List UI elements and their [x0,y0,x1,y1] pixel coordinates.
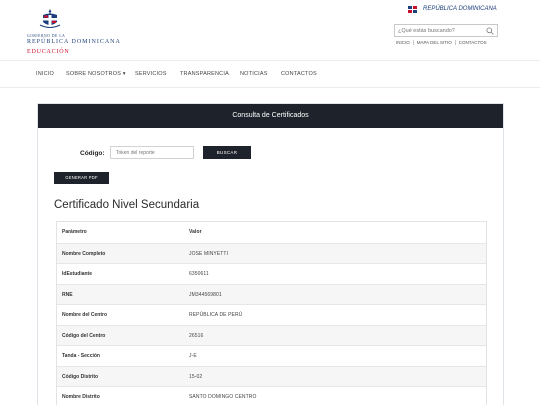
flag-icon [408,6,417,13]
logo-ministry-text: EDUCACIÓN [27,49,70,55]
table-cell-value: SANTO DOMINGO CENTRO [189,394,257,400]
table-cell-value: JOSE MINYETTI [189,250,229,257]
table-row: RNE JM344569801 [57,283,486,304]
table-row: IdEstudiante 6350611 [57,263,486,284]
table-cell-parameter: Código Distrito [62,373,99,380]
quick-link-inicio[interactable]: INICIO [396,40,413,45]
table-cell-value: 15-02 [189,373,203,380]
coat-of-arms-icon [39,9,61,28]
nav-item-inicio[interactable]: INICIO [36,71,54,77]
quick-link-contactos[interactable]: CONTACTOS [454,40,490,45]
logo-republic-text: REPÚBLICA DOMINICANA [27,39,121,45]
table-row: Nombre Completo JOSE MINYETTI [57,242,486,263]
table-cell-parameter: Nombre del Centro [62,312,108,318]
code-label: Código: [80,150,105,157]
nav-item-transparencia[interactable]: TRANSPARENCIA [180,71,229,77]
table-row: Código Distrito 15-02 [57,365,486,386]
certificate-card: Consulta de Certificados Código: BUSCAR … [37,103,504,405]
table-cell-value: 6350611 [189,271,209,277]
table-row: Nombre Distrito SANTO DOMINGO CENTRO [57,386,486,405]
nav-item-noticias[interactable]: NOTICIAS [240,71,268,77]
table-cell-parameter: Tanda - Sección [62,353,100,359]
table-header-valor: Valor [189,229,202,235]
card-header: Consulta de Certificados [38,104,503,128]
table-cell-parameter: IdEstudiante [62,271,93,277]
search-icon[interactable] [486,27,494,35]
table-row: Código del Centro 26516 [57,324,486,345]
card-title: Consulta de Certificados [232,112,309,119]
table-cell-value: JM344569801 [189,291,222,298]
republic-link[interactable]: REPÚBLICA DOMINICANA [423,6,497,12]
table-cell-parameter: Nombre Completo [62,250,106,257]
certificate-table: Parámetro Valor Nombre Completo JOSE MIN… [56,221,487,405]
table-cell-parameter: Nombre Distrito [62,394,100,400]
site-search[interactable] [394,24,498,37]
search-button[interactable]: BUSCAR [203,146,251,159]
table-cell-value: REPÚBLICA DE PERÚ [189,312,243,318]
generate-pdf-button[interactable]: GENERAR PDF [54,172,109,184]
main-nav: INICIO SOBRE NOSOTROS ▾ SERVICIOS TRANSP… [0,60,540,88]
nav-item-sobre-nosotros[interactable]: SOBRE NOSOTROS ▾ [66,71,126,77]
table-cell-value: 26516 [189,332,204,339]
table-row: Tanda - Sección J-E [57,345,486,366]
code-input[interactable] [110,146,194,159]
table-row: Nombre del Centro REPÚBLICA DE PERÚ [57,304,486,325]
nav-item-contactos[interactable]: CONTACTOS [281,71,317,77]
table-cell-value: J-E [189,353,197,359]
table-header-row: Parámetro Valor [57,222,486,243]
quick-links: INICIO MAPA DEL SITIO CONTACTOS [396,40,490,45]
site-header: GOBIERNO DE LA REPÚBLICA DOMINICANA EDUC… [0,0,540,60]
table-cell-parameter: Código del Centro [62,332,106,339]
quick-link-mapa[interactable]: MAPA DEL SITIO [412,40,455,45]
certificate-title: Certificado Nivel Secundaria [54,199,200,211]
table-header-parametro: Parámetro [62,229,87,235]
nav-item-servicios[interactable]: SERVICIOS [135,71,167,77]
search-input[interactable] [398,26,483,36]
table-cell-parameter: RNE [62,291,73,298]
logo-gobierno-text: GOBIERNO DE LA [27,34,66,38]
